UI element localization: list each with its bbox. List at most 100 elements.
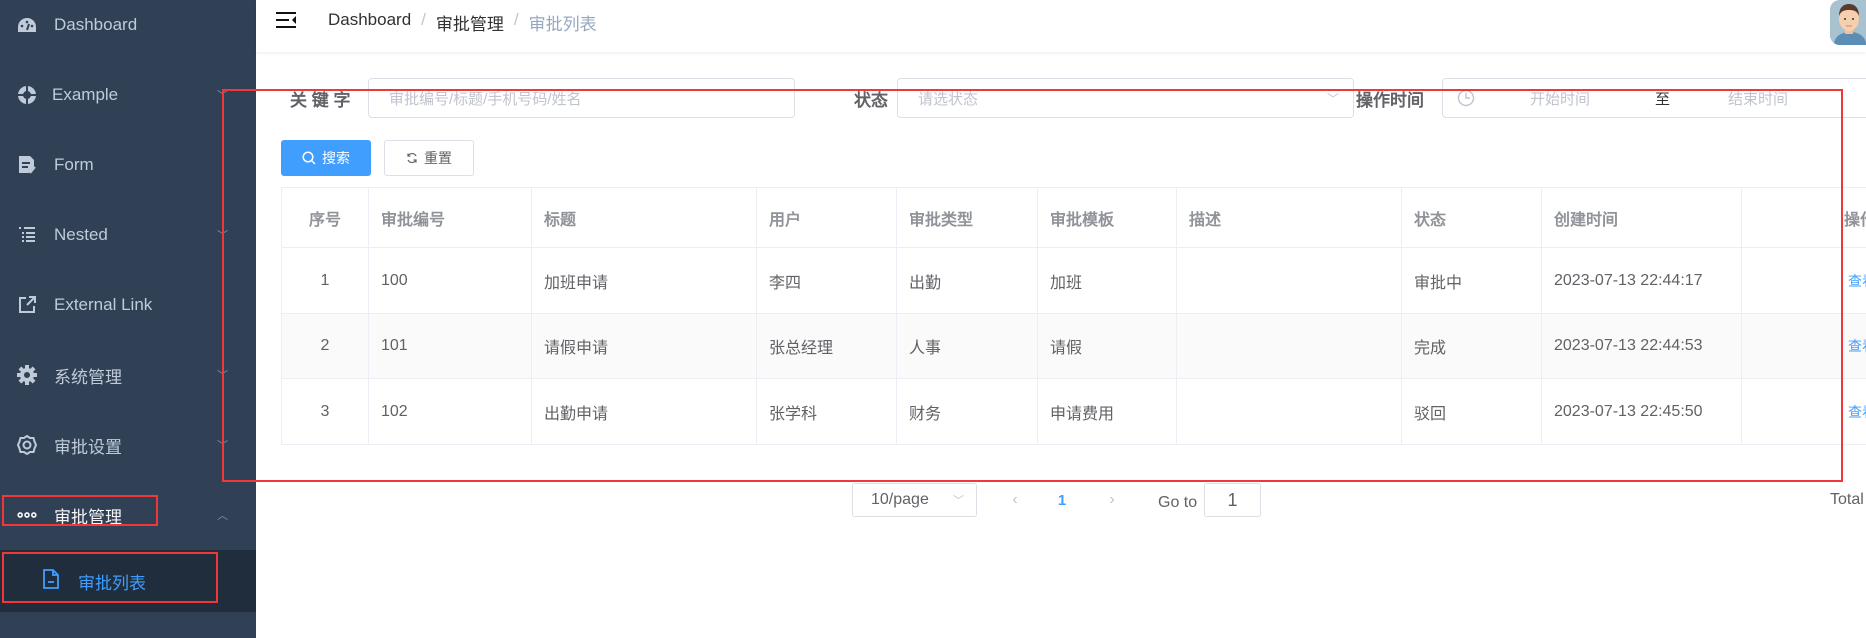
cell-text: 申请费用 bbox=[1050, 405, 1115, 423]
cell-text: 创建时间 bbox=[1554, 211, 1619, 229]
dashboard-icon bbox=[17, 15, 37, 35]
cell-actions: 查看 bbox=[1741, 314, 1866, 378]
cell-index: 2 bbox=[281, 314, 368, 378]
cell-actions: 查看 bbox=[1741, 379, 1866, 444]
sidebar-item-form[interactable]: Form bbox=[0, 137, 256, 193]
navbar: Dashboard / 审批管理 / 审批列表 bbox=[256, 0, 1866, 52]
hamburger-toggle[interactable] bbox=[276, 10, 298, 30]
sidebar-item-label: 审批管理 bbox=[54, 507, 122, 527]
cell-text: 审批类型 bbox=[909, 211, 974, 229]
cell-text: 人事 bbox=[909, 340, 942, 357]
avatar[interactable] bbox=[1830, 0, 1866, 45]
header-cell-approval-template: 审批模板 bbox=[1037, 188, 1176, 247]
search-button[interactable]: 搜索 bbox=[281, 140, 371, 176]
cell-text: 请假 bbox=[1050, 340, 1083, 357]
breadcrumb-item-dashboard[interactable]: Dashboard bbox=[328, 10, 411, 35]
keyword-label: 关 键 字 bbox=[290, 91, 351, 110]
chevron-down-icon: ﹀ bbox=[217, 230, 228, 242]
sidebar-item-label: Example bbox=[52, 85, 119, 104]
chevron-down-icon: ﹀ bbox=[217, 370, 228, 382]
cell-approval-template: 请假 bbox=[1037, 314, 1176, 378]
cell-text: 100 bbox=[381, 271, 408, 289]
keyword-input[interactable]: 审批编号/标题/手机号码/姓名 bbox=[368, 78, 795, 118]
cell-approval-template: 加班 bbox=[1037, 248, 1176, 313]
header-cell-approval-type: 审批类型 bbox=[896, 188, 1037, 247]
cell-text: 审批模板 bbox=[1050, 211, 1115, 229]
cell-user: 李四 bbox=[756, 248, 896, 313]
search-button-label: 搜索 bbox=[322, 150, 350, 166]
gear-icon bbox=[17, 365, 37, 385]
cell-approval-template: 申请费用 bbox=[1037, 379, 1176, 444]
chevron-down-icon: ﹀ bbox=[217, 90, 228, 102]
cell-text: 请假申请 bbox=[544, 340, 609, 357]
page-number-1[interactable]: 1 bbox=[1055, 483, 1069, 517]
range-separator: 至 bbox=[1655, 90, 1671, 108]
cell-approval-type: 出勤 bbox=[896, 248, 1037, 313]
table-row: 2 101 请假申请 张总经理 人事 请假 完成 2023-07-13 22:44:53 查看 bbox=[281, 314, 1866, 379]
sidebar-item-dashboard[interactable]: Dashboard bbox=[0, 0, 256, 53]
cell-approval-no: 101 bbox=[368, 314, 531, 378]
status-select[interactable]: 请选状态 ﹀ bbox=[897, 78, 1354, 118]
cell-text: 序号 bbox=[308, 211, 341, 229]
cell-text: 1 bbox=[320, 271, 330, 289]
nested-icon bbox=[17, 225, 37, 245]
cell-title: 出勤申请 bbox=[531, 379, 756, 444]
sidebar-subitem-approval-list[interactable]: 审批列表 bbox=[0, 550, 256, 612]
cell-text: 加班 bbox=[1050, 274, 1083, 292]
end-time-placeholder[interactable]: 结束时间 bbox=[1728, 88, 1788, 109]
goto-page-input[interactable]: 1 bbox=[1204, 483, 1261, 517]
sidebar-item-example[interactable]: Example ﹀ bbox=[0, 67, 256, 123]
start-time-placeholder[interactable]: 开始时间 bbox=[1530, 88, 1590, 109]
header-cell-description: 描述 bbox=[1176, 188, 1401, 247]
time-range-picker[interactable]: 开始时间 至 结束时间 bbox=[1442, 78, 1866, 118]
sidebar-item-label: Nested bbox=[54, 225, 108, 244]
example-icon bbox=[17, 85, 37, 105]
sidebar-item-external-link[interactable]: External Link bbox=[0, 277, 256, 333]
cell-text: 2 bbox=[320, 337, 330, 354]
cell-text: 描述 bbox=[1189, 211, 1222, 229]
cell-description bbox=[1176, 379, 1401, 444]
breadcrumb-separator: / bbox=[513, 10, 519, 29]
cell-text: 2023-07-13 22:45:50 bbox=[1554, 402, 1703, 420]
breadcrumb: Dashboard / 审批管理 / 审批列表 bbox=[328, 10, 597, 35]
sidebar-item-approval-management[interactable]: 审批管理 ︿ bbox=[0, 487, 256, 543]
status-placeholder: 请选状态 bbox=[918, 90, 979, 108]
cell-description bbox=[1176, 248, 1401, 313]
chevron-right-icon: › bbox=[1109, 491, 1115, 508]
view-link[interactable]: 查看 bbox=[1848, 402, 1866, 422]
hamburger-icon bbox=[276, 12, 296, 28]
cell-status: 完成 bbox=[1401, 314, 1541, 378]
keyword-placeholder: 审批编号/标题/手机号码/姓名 bbox=[389, 90, 582, 108]
cell-text: 审批中 bbox=[1414, 274, 1463, 292]
chevron-left-icon: ‹ bbox=[1012, 491, 1018, 508]
breadcrumb-item-approval-management[interactable]: 审批管理 bbox=[436, 10, 504, 35]
view-link[interactable]: 查看 bbox=[1848, 336, 1866, 356]
cell-text: 出勤申请 bbox=[544, 405, 609, 423]
cell-index: 3 bbox=[281, 379, 368, 444]
cell-text: 加班申请 bbox=[544, 274, 609, 292]
sidebar-item-approval-settings[interactable]: 审批设置 ﹀ bbox=[0, 417, 256, 473]
cell-approval-type: 财务 bbox=[896, 379, 1037, 444]
sidebar: Dashboard Example ﹀ Form Nested ﹀ Extern… bbox=[0, 0, 256, 638]
header-cell-actions: 操作 bbox=[1741, 188, 1866, 247]
next-page-button[interactable]: › bbox=[1102, 483, 1122, 517]
reset-button-label: 重置 bbox=[424, 150, 452, 166]
sidebar-item-nested[interactable]: Nested ﹀ bbox=[0, 207, 256, 263]
cell-text: 操作 bbox=[1843, 211, 1866, 229]
sidebar-item-label: 审批设置 bbox=[54, 437, 122, 457]
settings-icon bbox=[17, 435, 37, 455]
header-cell-approval-no: 审批编号 bbox=[368, 188, 531, 247]
cell-text: 标题 bbox=[544, 211, 577, 229]
header-cell-user: 用户 bbox=[756, 188, 896, 247]
prev-page-button[interactable]: ‹ bbox=[1005, 483, 1025, 517]
sidebar-item-system-management[interactable]: 系统管理 ﹀ bbox=[0, 347, 256, 403]
external-link-icon bbox=[17, 295, 37, 315]
reset-button[interactable]: 重置 bbox=[384, 140, 474, 176]
cell-text: 张总经理 bbox=[769, 340, 834, 357]
page-size-select[interactable]: 10/page ﹀ bbox=[852, 483, 977, 517]
view-link[interactable]: 查看 bbox=[1848, 271, 1866, 291]
cell-created-time: 2023-07-13 22:44:17 bbox=[1541, 248, 1741, 313]
chevron-down-icon: ﹀ bbox=[217, 440, 228, 452]
search-icon bbox=[302, 151, 316, 165]
cell-text: 用户 bbox=[769, 211, 802, 229]
